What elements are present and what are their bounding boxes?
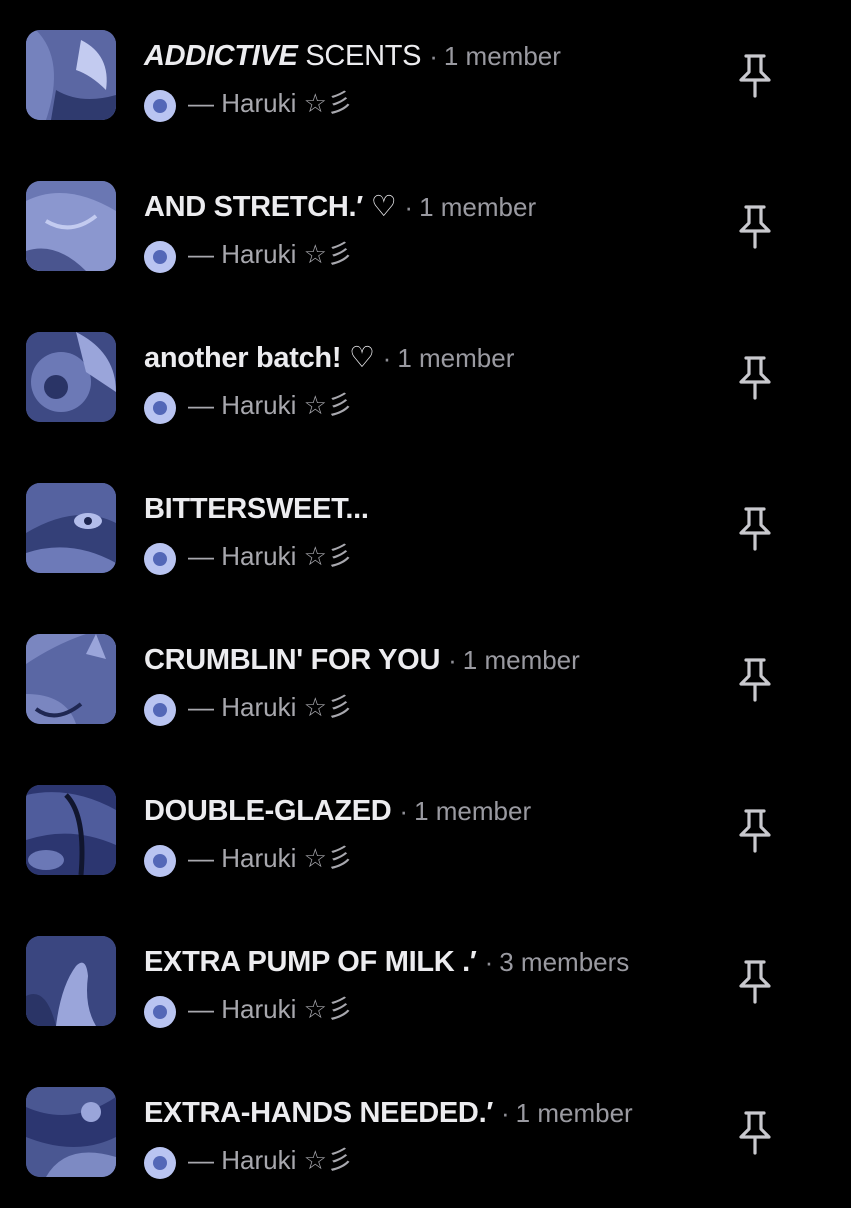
group-title-line: CRUMBLIN' FOR YOU · 1 member — [144, 640, 580, 680]
group-owner-line: — Haruki ☆彡 — [144, 537, 353, 575]
member-count: 1 member — [443, 41, 561, 71]
group-thumbnail — [26, 785, 116, 875]
owner-avatar — [144, 391, 176, 424]
group-owner-line: — Haruki ☆彡 — [144, 386, 353, 424]
group-thumbnail — [26, 483, 116, 573]
group-row[interactable]: BITTERSWEET... — Haruki ☆彡 — [0, 453, 851, 604]
separator-dot: · — [448, 645, 457, 675]
member-count: 3 members — [499, 947, 630, 977]
group-title: EXTRA-HANDS NEEDED.′ — [144, 1097, 493, 1129]
group-thumbnail — [26, 181, 116, 271]
owner-avatar — [144, 89, 176, 122]
owner-avatar — [144, 240, 176, 273]
group-title: BITTERSWEET... — [144, 493, 369, 525]
separator-dot: · — [500, 1098, 510, 1128]
owner-name: — Haruki ☆彡 — [188, 692, 353, 722]
separator-dot: · — [399, 796, 409, 826]
owner-name: — Haruki ☆彡 — [188, 88, 353, 118]
group-title-line: DOUBLE-GLAZED · 1 member — [144, 791, 531, 831]
group-row[interactable]: AND STRETCH.′ ♡ · 1 member — Haruki ☆彡 — [0, 151, 851, 302]
owner-name: — Haruki ☆彡 — [188, 843, 353, 873]
group-title: another batch! ♡ — [144, 342, 375, 374]
group-title-line: AND STRETCH.′ ♡ · 1 member — [144, 187, 536, 227]
group-owner-line: — Haruki ☆彡 — [144, 1141, 353, 1179]
owner-name: — Haruki ☆彡 — [188, 390, 353, 420]
group-row[interactable]: CRUMBLIN' FOR YOU · 1 member — Haruki ☆彡 — [0, 604, 851, 755]
owner-avatar — [144, 693, 176, 726]
separator-dot: · — [382, 343, 392, 373]
group-title-line: another batch! ♡ · 1 member — [144, 338, 514, 378]
pin-icon[interactable] — [734, 505, 776, 553]
pin-icon[interactable] — [734, 1109, 776, 1157]
separator-dot: · — [429, 41, 438, 71]
group-title-line: EXTRA PUMP OF MILK .′ · 3 members — [144, 942, 629, 982]
owner-name: — Haruki ☆彡 — [188, 239, 353, 269]
group-row[interactable]: another batch! ♡ · 1 member — Haruki ☆彡 — [0, 302, 851, 453]
group-thumbnail — [26, 1087, 116, 1177]
group-title: EXTRA PUMP OF MILK .′ — [144, 946, 477, 978]
pin-icon[interactable] — [734, 52, 776, 100]
pin-icon[interactable] — [734, 656, 776, 704]
group-thumbnail — [26, 30, 116, 120]
group-chat-list: ADDICTIVE SCENTS · 1 member — Haruki ☆彡 AN… — [0, 0, 851, 1200]
group-owner-line: — Haruki ☆彡 — [144, 990, 353, 1028]
group-thumbnail — [26, 936, 116, 1026]
group-thumbnail — [26, 634, 116, 724]
member-count: 1 member — [462, 645, 580, 675]
owner-name: — Haruki ☆彡 — [188, 1145, 353, 1175]
group-title: ADDICTIVE SCENTS — [144, 40, 422, 72]
member-count: 1 member — [414, 796, 532, 826]
owner-name: — Haruki ☆彡 — [188, 541, 353, 571]
owner-name: — Haruki ☆彡 — [188, 994, 353, 1024]
group-title: DOUBLE-GLAZED — [144, 795, 392, 827]
owner-avatar — [144, 844, 176, 877]
group-title: CRUMBLIN' FOR YOU — [144, 644, 441, 676]
group-owner-line: — Haruki ☆彡 — [144, 688, 353, 726]
group-title-line: EXTRA-HANDS NEEDED.′ · 1 member — [144, 1093, 633, 1133]
separator-dot: · — [484, 947, 494, 977]
pin-icon[interactable] — [734, 958, 776, 1006]
group-row[interactable]: EXTRA PUMP OF MILK .′ · 3 members — Haruki… — [0, 906, 851, 1057]
group-title-line: BITTERSWEET... — [144, 489, 369, 529]
group-owner-line: — Haruki ☆彡 — [144, 235, 353, 273]
group-title: AND STRETCH.′ ♡ — [144, 191, 397, 223]
group-row[interactable]: EXTRA-HANDS NEEDED.′ · 1 member — Haruki ☆… — [0, 1057, 851, 1208]
member-count: 1 member — [419, 192, 537, 222]
group-owner-line: — Haruki ☆彡 — [144, 84, 353, 122]
separator-dot: · — [404, 192, 414, 222]
owner-avatar — [144, 1146, 176, 1179]
owner-avatar — [144, 542, 176, 575]
pin-icon[interactable] — [734, 807, 776, 855]
owner-avatar — [144, 995, 176, 1028]
pin-icon[interactable] — [734, 203, 776, 251]
member-count: 1 member — [397, 343, 515, 373]
group-owner-line: — Haruki ☆彡 — [144, 839, 353, 877]
group-title-line: ADDICTIVE SCENTS · 1 member — [144, 36, 561, 76]
group-thumbnail — [26, 332, 116, 422]
member-count: 1 member — [515, 1098, 633, 1128]
pin-icon[interactable] — [734, 354, 776, 402]
group-row[interactable]: DOUBLE-GLAZED · 1 member — Haruki ☆彡 — [0, 755, 851, 906]
group-row[interactable]: ADDICTIVE SCENTS · 1 member — Haruki ☆彡 — [0, 0, 851, 151]
